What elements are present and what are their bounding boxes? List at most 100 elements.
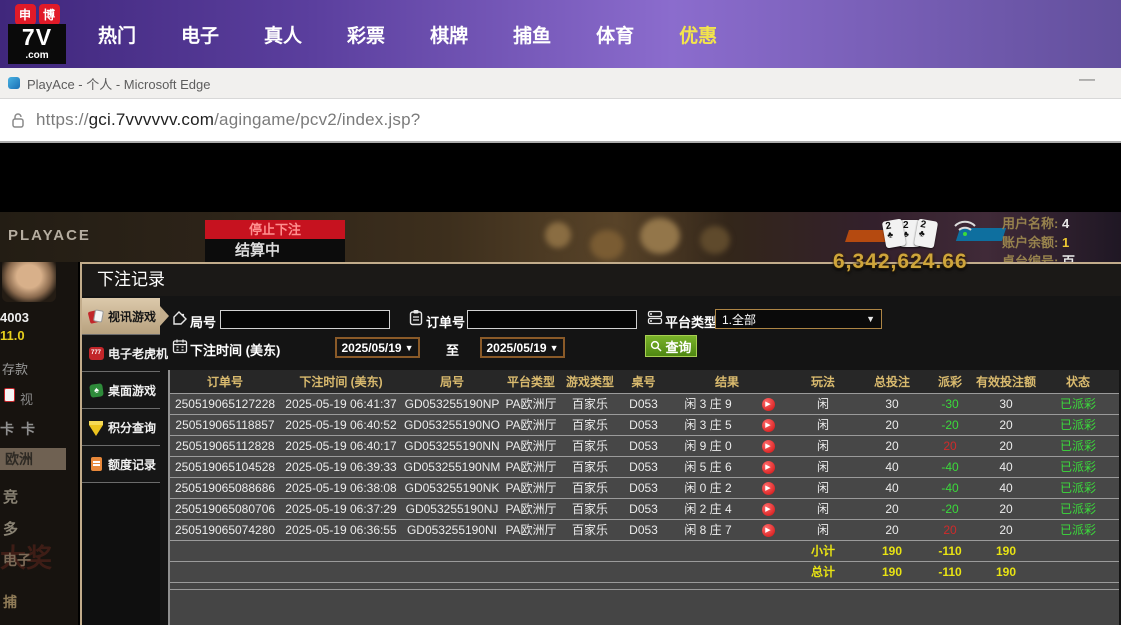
play-replay-icon[interactable]: ▶ [762,482,775,495]
nav-item-board-games[interactable]: 棋牌 [430,21,468,48]
table-row: 2505190650807062025-05-19 06:37:29GD0532… [170,498,1119,519]
scene-light-blob [545,222,571,248]
avatar [2,262,56,302]
play-replay-icon[interactable]: ▶ [762,503,775,516]
playace-brand: PLAYACE [8,227,91,244]
sidebar-item-slot-machine[interactable]: 777 电子老虎机 [82,335,160,372]
platform-type-select[interactable]: 1.全部 ▼ [715,309,882,329]
order-number-input[interactable] [467,310,637,329]
table-row: 2505190651045282025-05-19 06:39:33GD0532… [170,456,1119,477]
peek-electronic-label: 电子 [3,550,31,570]
table-row: 2505190651272282025-05-19 06:41:37GD0532… [170,393,1119,414]
sidebar-item-video-games[interactable]: 视讯游戏 [82,298,160,335]
logo-domain: .com [8,50,66,64]
col-status: 状态 [1037,370,1119,393]
table-row: 2505190650886862025-05-19 06:38:08GD0532… [170,477,1119,498]
sidebar-item-table-games[interactable]: ♠ 桌面游戏 [82,372,160,409]
minimize-button[interactable]: — [1079,71,1095,89]
screen: 申 博 7V .com 热门 电子 真人 彩票 棋牌 捕鱼 体育 优惠 Play… [0,0,1121,625]
site-info-lock-icon[interactable] [10,112,26,130]
nav-item-sports[interactable]: 体育 [596,21,634,48]
platform-list-icon [647,310,663,325]
peek-europe-hall: 欧洲 [0,448,66,470]
bet-records-modal: 下注记录 视讯游戏 777 电子老虎机 ♠ 桌面游戏 积分查询 额度记录 [80,262,1121,625]
edge-urlbar: https://gci.7vvvvvv.com/agingame/pcv2/in… [0,99,1121,143]
nav-item-fishing[interactable]: 捕鱼 [513,21,551,48]
sidebar-item-quota-records[interactable]: 额度记录 [82,446,160,483]
jackpot-amount: 6,342,624.66 [833,250,968,274]
logo-badge-bo: 博 [39,4,60,25]
video-games-icon [88,308,104,324]
order-number-label: 订单号 [426,312,465,331]
site-logo[interactable]: 申 博 7V .com [8,4,66,64]
table-header-row: 订单号 下注时间 (美东) 局号 平台类型 游戏类型 桌号 结果 玩法 总投注 … [170,370,1119,393]
col-total-bet: 总投注 [859,370,925,393]
subtotal-row: 小计 190 -110 190 [170,540,1119,561]
logo-text: 7V [8,24,66,50]
col-play-type: 玩法 [787,370,859,393]
play-replay-icon[interactable]: ▶ [762,398,775,411]
table-row: 2505190651128282025-05-19 06:40:17GD0532… [170,435,1119,456]
search-button[interactable]: 查询 [645,335,697,357]
address-text[interactable]: https://gci.7vvvvvv.com/agingame/pcv2/in… [36,110,420,130]
edge-titlebar: PlayAce - 个人 - Microsoft Edge — [0,68,1121,99]
settling-status: 结算中 [205,239,345,262]
nav-item-hot[interactable]: 热门 [98,21,136,48]
peek-fishing-label: 捕 [3,592,17,612]
main-nav: 热门 电子 真人 彩票 棋牌 捕鱼 体育 优惠 [98,21,717,48]
play-replay-icon[interactable]: ▶ [762,524,775,537]
col-platform: 平台类型 [502,370,560,393]
records-sidebar: 视讯游戏 777 电子老虎机 ♠ 桌面游戏 积分查询 额度记录 [82,298,160,625]
site-topnav: 申 博 7V .com 热门 电子 真人 彩票 棋牌 捕鱼 体育 优惠 [0,0,1121,68]
play-replay-icon[interactable]: ▶ [762,419,775,432]
date-from-select[interactable]: 2025/05/19 ▼ [335,337,420,358]
table-row: 2505190651188572025-05-19 06:40:52GD0532… [170,414,1119,435]
url-path: /agingame/pcv2/index.jsp? [214,110,420,129]
chevron-down-icon: ▼ [405,343,414,353]
scene-light-blob [700,226,730,254]
playing-card: 2♣ [914,218,938,248]
nav-item-promotions[interactable]: 优惠 [679,21,717,48]
peek-balance: 11.0 [0,328,25,343]
col-valid-bet: 有效投注额 [975,370,1037,393]
table-games-icon: ♠ [88,382,104,398]
empty-table-row [170,582,1119,589]
nav-item-live[interactable]: 真人 [264,21,302,48]
quota-records-icon [88,456,104,472]
peek-account-number: 4003 [0,310,29,325]
round-number-input[interactable] [220,310,390,329]
calendar-icon [172,338,188,354]
date-to-select[interactable]: 2025/05/19 ▼ [480,337,565,358]
url-domain: gci.7vvvvvv.com [89,110,215,129]
round-number-label: 局号 [190,312,216,331]
stop-betting-badge: 停止下注 [205,220,345,239]
user-name-label: 用户名称: [1002,216,1058,231]
order-clipboard-icon [408,309,424,326]
peek-card-label: 卡卡 [0,419,42,439]
round-tag-icon [172,310,188,326]
scene-light-blob [640,218,680,254]
chevron-down-icon: ▼ [550,343,559,353]
peek-deposit-label: 存款 [2,359,28,378]
play-replay-icon[interactable]: ▶ [762,461,775,474]
records-main: 局号 订单号 平台类型 1.全部 ▼ [168,298,1121,625]
table-row: 2505190650742802025-05-19 06:36:55GD0532… [170,519,1119,540]
platform-type-label: 平台类型 [665,312,717,331]
col-game-type: 游戏类型 [560,370,620,393]
records-table: 订单号 下注时间 (美东) 局号 平台类型 游戏类型 桌号 结果 玩法 总投注 … [168,370,1119,625]
page-background-band [0,143,1121,212]
col-table-no: 桌号 [620,370,667,393]
nav-item-slots[interactable]: 电子 [181,21,219,48]
nav-item-lottery[interactable]: 彩票 [347,21,385,48]
url-scheme: https:// [36,110,89,129]
dealt-cards: 2♣ 2♣ 2♣ [888,220,936,247]
wifi-signal-icon [950,214,980,238]
play-replay-icon[interactable]: ▶ [762,440,775,453]
peek-duo-label: 多 [3,518,18,539]
balance-label: 账户余额: [1002,235,1058,250]
sidebar-item-points-query[interactable]: 积分查询 [82,409,160,446]
edge-window-icon [8,77,20,89]
scene-light-blob [590,230,624,260]
magnifier-icon [650,340,662,352]
col-payout: 派彩 [925,370,975,393]
